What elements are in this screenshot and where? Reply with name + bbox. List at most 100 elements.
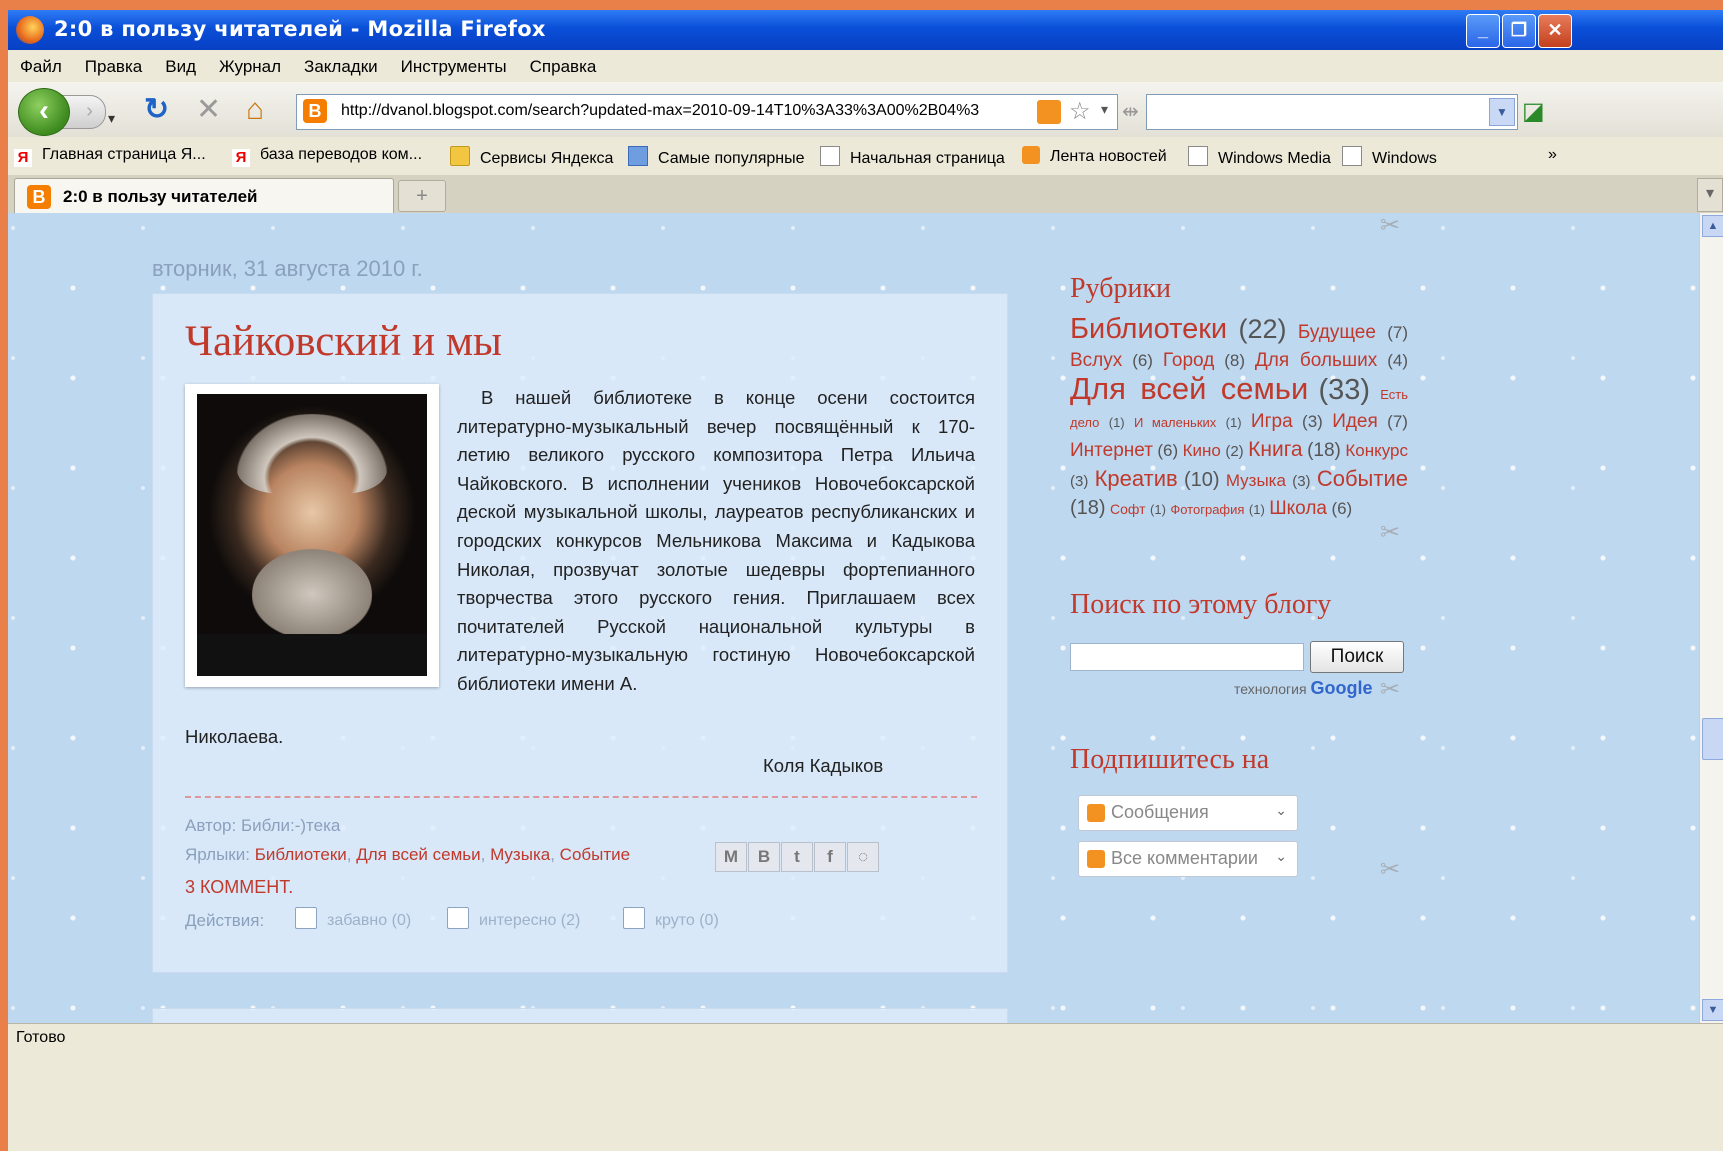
browser-search-input[interactable]: ▼ (1146, 94, 1518, 130)
label-cloud-count: (3) (1302, 412, 1323, 431)
menu-tools[interactable]: Инструменты (389, 50, 518, 77)
url-dropdown-icon[interactable]: ▾ (1101, 101, 1108, 118)
close-button[interactable]: ✕ (1538, 14, 1572, 48)
menu-help[interactable]: Справка (518, 50, 608, 77)
label-cloud-item[interactable]: Вслух (1070, 350, 1122, 371)
label-cloud-count: (18) (1070, 497, 1106, 519)
status-text: Готово (16, 1029, 66, 1046)
edit-gadget-icon[interactable]: ✂ (1380, 855, 1400, 884)
blogthis-share-icon[interactable]: B (748, 842, 780, 872)
back-button[interactable]: ‹ (18, 88, 70, 136)
label-cloud-item[interactable]: Город (1163, 350, 1214, 371)
tab-list-button[interactable]: ▾ (1697, 178, 1723, 212)
navigation-toolbar: › ‹ ▾ ↻ ✕ ⌂ B http://dvanol.blogspot.com… (8, 82, 1723, 137)
label-link[interactable]: Музыка (490, 845, 550, 864)
tab-active[interactable]: B 2:0 в пользу читателей (14, 178, 394, 214)
menu-bookmarks[interactable]: Закладки (292, 50, 389, 77)
subscribe-comments-dropdown[interactable]: Все комментарии ⌄ (1078, 841, 1298, 877)
scroll-down-icon[interactable]: ▼ (1702, 999, 1723, 1021)
label-cloud-item[interactable]: Музыка (1226, 471, 1286, 490)
rss-feed-icon[interactable] (1037, 100, 1061, 124)
label-cloud-item[interactable]: Библиотеки (1070, 313, 1227, 345)
address-bar[interactable]: B http://dvanol.blogspot.com/search?upda… (296, 94, 1118, 130)
bookmark-yandex-home[interactable]: Я Главная страница Я... (14, 146, 206, 167)
label-cloud-item[interactable]: Интернет (1070, 440, 1153, 461)
bookmark-translations[interactable]: Ябаза переводов ком... (232, 146, 422, 167)
label-cloud-item[interactable]: Будущее (1298, 322, 1376, 343)
menu-history[interactable]: Журнал (207, 50, 292, 77)
search-dropdown-icon[interactable]: ▼ (1489, 98, 1515, 126)
portrait-hair (237, 414, 387, 494)
label-cloud-item[interactable]: Событие (1317, 466, 1408, 491)
author-link[interactable]: Библи:-)тека (241, 816, 340, 835)
checkbox[interactable] (623, 907, 645, 929)
subscribe-posts-dropdown[interactable]: Сообщения ⌄ (1078, 795, 1298, 831)
menu-file[interactable]: Файл (8, 50, 73, 77)
menu-view[interactable]: Вид (153, 50, 207, 77)
home-icon[interactable]: ⌂ (246, 94, 264, 126)
bookmark-most-popular[interactable]: Самые популярные (628, 146, 804, 168)
label-cloud-item[interactable]: Креатив (1095, 466, 1178, 491)
bookmark-news-feed[interactable]: Лента новостей (1022, 146, 1167, 166)
twitter-share-icon[interactable]: t (781, 842, 813, 872)
facebook-share-icon[interactable]: f (814, 842, 846, 872)
label-cloud-item[interactable]: Кино (1183, 441, 1221, 460)
scroll-up-icon[interactable]: ▲ (1702, 215, 1723, 237)
minimize-button[interactable]: _ (1466, 14, 1500, 48)
blog-search-input[interactable] (1070, 643, 1304, 671)
page-content: вторник, 31 августа 2010 г. Чайковский и… (8, 213, 1699, 1023)
post-body-end: Николаева. (185, 726, 284, 747)
reaction-cool[interactable]: круто (0) (623, 907, 719, 930)
bookmark-star-icon[interactable]: ☆ (1069, 97, 1091, 126)
label-cloud: Библиотеки (22) Будущее (7) Вслух (6) Го… (1070, 313, 1408, 523)
vertical-scrollbar[interactable]: ▲ ▼ (1699, 213, 1723, 1023)
firefox-logo-icon (16, 16, 44, 44)
google-toolbar-icon[interactable]: ◪ (1522, 96, 1545, 128)
yandex-icon: Я (14, 149, 32, 167)
reload-icon[interactable]: ↻ (144, 94, 169, 126)
bookmark-start-page[interactable]: Начальная страница (820, 146, 1005, 168)
label-link[interactable]: Событие (560, 845, 630, 864)
label-cloud-item[interactable]: Для всей семьи (1070, 371, 1308, 406)
edit-gadget-icon[interactable]: ✂ (1380, 518, 1400, 547)
edit-gadget-icon[interactable]: ✂ (1380, 213, 1400, 240)
chevron-down-icon: ⌄ (1275, 802, 1287, 818)
status-bar: Готово (8, 1023, 1723, 1054)
feed-icon (1087, 850, 1105, 868)
feed-icon (1022, 146, 1040, 164)
bookmarks-overflow-icon[interactable]: » (1548, 146, 1557, 164)
maximize-button[interactable]: ❐ (1502, 14, 1536, 48)
edit-gadget-icon[interactable]: ✂ (1380, 675, 1400, 704)
history-dropdown-icon[interactable]: ▾ (108, 102, 115, 134)
label-cloud-item[interactable]: Для больших (1255, 350, 1377, 371)
reaction-interesting[interactable]: интересно (2) (447, 907, 580, 930)
label-cloud-item[interactable]: Конкурс (1345, 441, 1408, 460)
scrollbar-thumb[interactable] (1702, 718, 1723, 760)
label-cloud-item[interactable]: Игра (1251, 411, 1293, 432)
email-share-icon[interactable]: M (715, 842, 747, 872)
label-cloud-item[interactable]: Книга (1248, 438, 1302, 461)
label-cloud-item[interactable]: Софт (1110, 501, 1146, 517)
bookmark-windows-media[interactable]: Windows Media (1188, 146, 1331, 168)
comments-link[interactable]: 3 КОММЕНТ. (185, 877, 293, 898)
bookmark-yandex-services[interactable]: Сервисы Яндекса (450, 146, 613, 168)
title-bar: 2:0 в пользу читателей - Mozilla Firefox… (8, 10, 1723, 50)
label-cloud-item[interactable]: Школа (1269, 498, 1327, 519)
bookmark-windows[interactable]: Windows (1342, 146, 1437, 168)
checkbox[interactable] (447, 907, 469, 929)
label-cloud-item[interactable]: Идея (1332, 411, 1378, 432)
label-link[interactable]: Для всей семьи (356, 845, 480, 864)
stop-icon[interactable]: ✕ (196, 94, 221, 126)
checkbox[interactable] (295, 907, 317, 929)
address-url[interactable]: http://dvanol.blogspot.com/search?update… (341, 102, 979, 120)
menu-edit[interactable]: Правка (73, 50, 153, 77)
buzz-share-icon[interactable]: ◌ (847, 842, 879, 872)
reaction-funny[interactable]: забавно (0) (295, 907, 411, 930)
post-photo[interactable] (185, 384, 439, 687)
new-tab-button[interactable]: + (398, 180, 446, 212)
label-link[interactable]: Библиотеки (255, 845, 347, 864)
label-cloud-item[interactable]: Фотография (1170, 502, 1244, 517)
label-cloud-item[interactable]: И маленьких (1134, 415, 1216, 430)
blog-search-button[interactable]: Поиск (1310, 641, 1404, 673)
post-title[interactable]: Чайковский и мы (185, 317, 502, 366)
